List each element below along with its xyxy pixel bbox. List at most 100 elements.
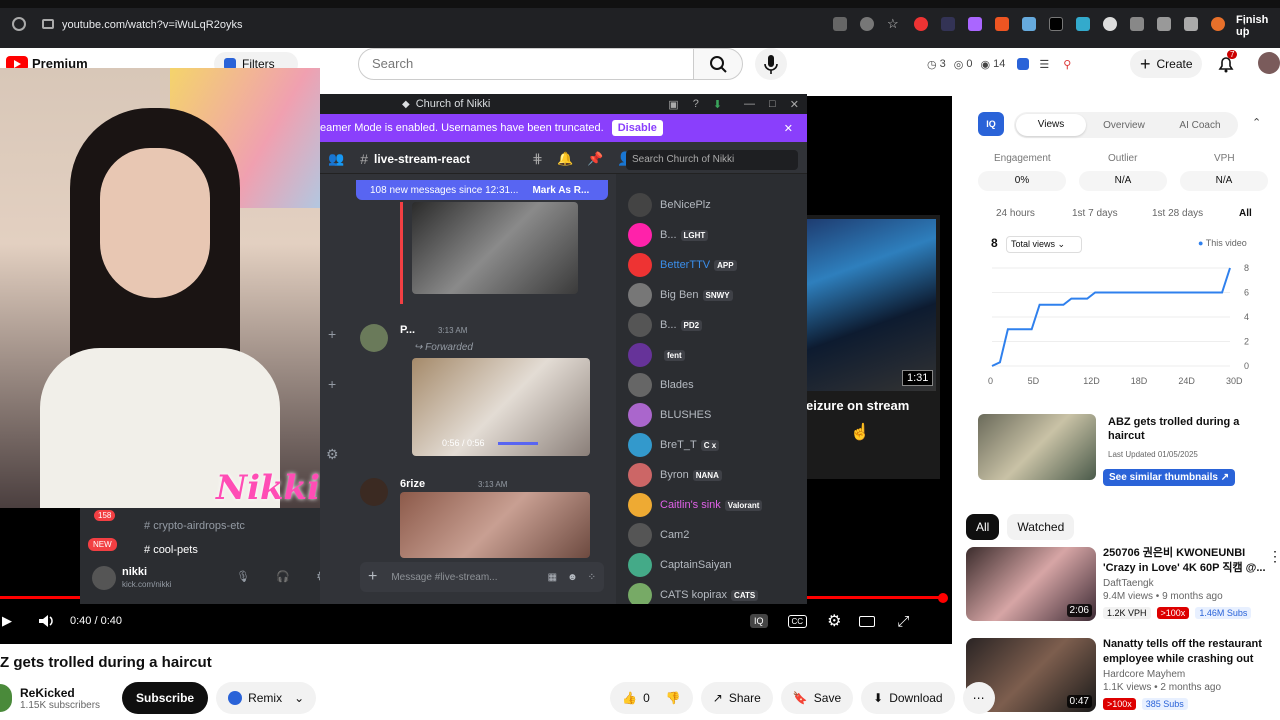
address-bar[interactable]: youtube.com/watch?v=iWuLqR2oyks [34,13,894,37]
iq-player-icon[interactable]: IQ [750,614,768,628]
chip-watched[interactable]: Watched [1007,514,1075,540]
discord-search-input[interactable]: Search Church of Nikki [626,150,798,170]
rec-channel[interactable]: DaftTaengk [1103,578,1276,589]
apps-icon[interactable]: ⁘ [588,572,596,583]
zoom-icon[interactable] [860,17,874,31]
disable-button[interactable]: Disable [611,120,663,136]
chevron-down-icon[interactable]: ⌄ [294,691,304,705]
headphones-icon[interactable]: 🎧 [276,570,290,583]
member-avatar[interactable] [628,463,652,487]
member-item[interactable]: BeNicePlz [616,190,807,220]
similar-title[interactable]: ABZ gets trolled during a haircut [1108,415,1258,443]
member-item[interactable]: BetterTTV APP [616,250,807,280]
extension-icon[interactable] [1022,17,1036,31]
more-actions-icon[interactable]: ⋮ [1268,548,1280,565]
iq-logo-icon[interactable]: IQ [978,112,1004,136]
member-item[interactable]: BLUSHES [616,400,807,430]
search-input[interactable]: Search [358,48,694,80]
replay-icon[interactable]: ▶ [2,613,12,629]
video-attachment[interactable] [400,492,590,558]
bell-icon[interactable]: 🔔 [557,151,573,167]
more-button[interactable]: ⋯ [962,682,995,714]
new-messages-bar[interactable]: 108 new messages since 12:31... Mark As … [356,180,608,200]
attach-plus-icon[interactable]: + [368,568,377,586]
profile-avatar[interactable] [1211,17,1225,31]
range-28d[interactable]: 1st 28 days [1152,208,1203,219]
notifications-button[interactable]: 7 [1216,50,1238,74]
recommendation-item[interactable]: 0:47 Nanatty tells off the restaurant em… [966,637,1276,713]
remix-button[interactable]: Remix ⌄ [216,682,317,714]
tab-ai-coach[interactable]: AI Coach [1162,120,1238,131]
member-avatar[interactable] [628,343,652,367]
account-avatar[interactable] [1258,52,1280,74]
see-similar-button[interactable]: See similar thumbnails ↗ [1103,469,1236,486]
minimize-icon[interactable]: — [744,98,755,110]
subscribe-button[interactable]: Subscribe [122,682,209,714]
extension-icon[interactable] [941,17,955,31]
rec-title[interactable]: Nanatty tells off the restaurant employe… [1103,637,1276,667]
member-avatar[interactable] [628,373,652,397]
voice-search-button[interactable] [755,48,787,80]
member-item[interactable]: fent [616,340,807,370]
member-item[interactable]: Blades [616,370,807,400]
mic-icon[interactable]: 🎙 [236,570,250,583]
cast-icon[interactable] [833,17,847,31]
channel-crypto[interactable]: # crypto-airdrops-etc [144,520,245,532]
fullscreen-icon[interactable]: ⤢ [897,613,909,630]
collapse-chevron-icon[interactable]: ⌃ [1252,116,1261,129]
gear-icon[interactable]: ⚙ [326,446,339,463]
rec-channel[interactable]: Hardcore Mayhem [1103,669,1276,680]
pin-icon[interactable]: ⚲ [1063,58,1071,71]
inbox-icon[interactable]: ▣ [668,98,678,111]
star-icon[interactable]: ☆ [887,17,901,31]
recommendation-item[interactable]: 2:06 250706 권은비 KWONEUNBI 'Crazy in Love… [966,546,1280,622]
member-item[interactable]: Cam2 [616,520,807,550]
scrubber-handle[interactable] [938,593,948,603]
member-avatar[interactable] [628,523,652,547]
member-avatar[interactable] [628,223,652,247]
channel-cool-pets[interactable]: # cool-pets [144,544,198,556]
member-item[interactable]: BreT_T C x [616,430,807,460]
help-icon[interactable]: ? [693,98,699,110]
member-avatar[interactable] [628,583,652,604]
message-author[interactable]: 6rize [400,478,425,490]
extension-icon[interactable] [1103,17,1117,31]
member-avatar[interactable] [628,313,652,337]
add-icon[interactable]: + [328,326,336,342]
share-button[interactable]: ↗ Share [700,682,773,714]
mark-as-read-button[interactable]: Mark As R... [532,185,589,196]
channel-avatar[interactable] [0,684,12,712]
member-item[interactable]: Big Ben SNWY [616,280,807,310]
metric-select[interactable]: Total views ⌄ [1006,236,1082,253]
extensions-puzzle-icon[interactable] [1130,17,1144,31]
extension-icon[interactable] [1049,17,1063,31]
miniplayer-icon[interactable] [859,615,876,627]
extension-icon[interactable] [968,17,982,31]
save-button[interactable]: 🔖 Save [780,682,854,714]
download-icon[interactable]: ⬇ [713,98,722,111]
author-avatar[interactable] [360,324,388,352]
members-icon[interactable]: 👥 [328,151,344,167]
download-button[interactable]: ⬇ Download [861,682,955,714]
member-item[interactable]: B... PD2 [616,310,807,340]
tab-views[interactable]: Views [1016,114,1086,136]
settings-gear-icon[interactable]: ⚙ [827,611,841,631]
user-avatar[interactable] [92,566,116,590]
captions-icon[interactable]: CC [787,614,808,628]
thumbs-down-icon[interactable]: 👎 [666,691,681,705]
volume-icon[interactable] [36,611,56,631]
member-item[interactable]: Caitlin's sink Valorant [616,490,807,520]
maximize-icon[interactable]: □ [769,98,776,110]
video-attachment[interactable] [412,202,578,294]
member-avatar[interactable] [628,283,652,307]
member-item[interactable]: CaptainSaiyan [616,550,807,580]
site-info-icon[interactable] [42,19,54,29]
threads-icon[interactable]: ⋕ [532,151,543,167]
range-24h[interactable]: 24 hours [996,208,1035,219]
channel-name[interactable]: ReKicked [20,686,100,700]
range-all[interactable]: All [1239,208,1252,219]
extension-icon[interactable] [995,17,1009,31]
gift-icon[interactable]: ▦ [548,572,557,583]
reading-list-icon[interactable] [1184,17,1198,31]
create-button[interactable]: + Create [1130,50,1202,78]
